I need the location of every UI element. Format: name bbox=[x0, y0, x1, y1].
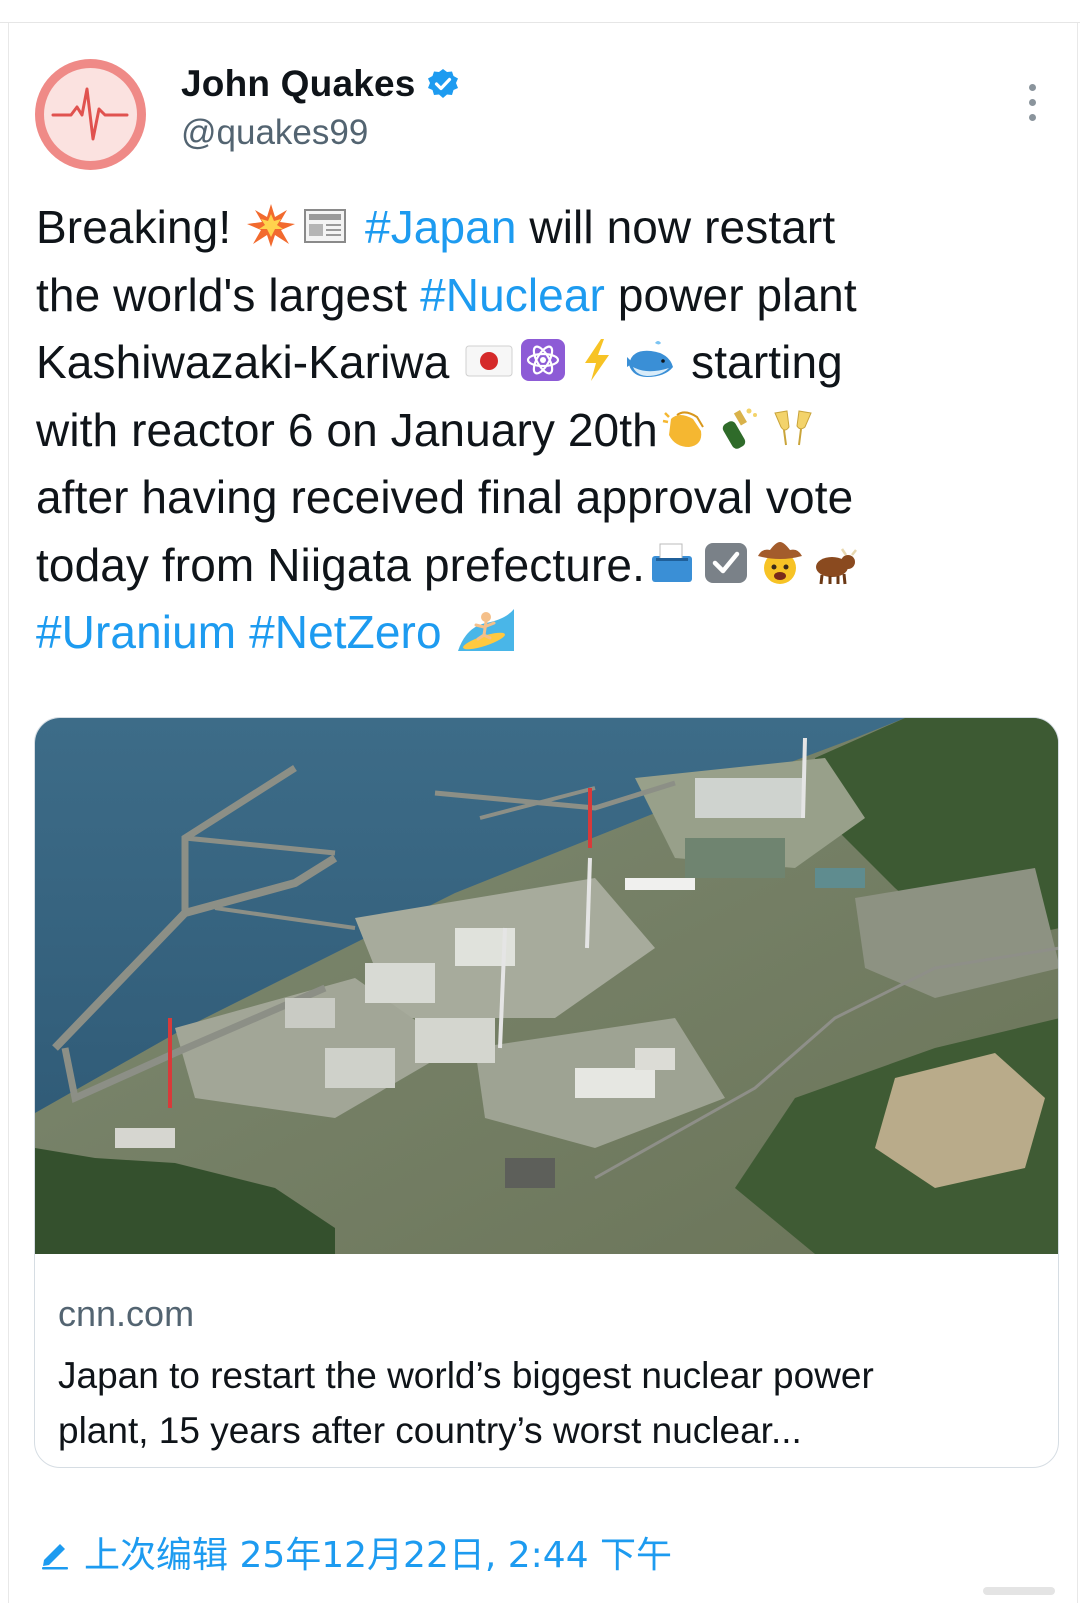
tweet-line: Breaking! #Japan will now restart bbox=[36, 201, 836, 253]
watermark-mark bbox=[983, 1587, 1055, 1595]
hashtag-nuclear[interactable]: #Nuclear bbox=[420, 269, 605, 321]
right-border bbox=[1077, 23, 1078, 1603]
nuclear-plant-aerial-image[interactable] bbox=[35, 718, 1059, 1254]
tweet-line: after having received final approval vot… bbox=[36, 471, 854, 523]
tweet-text: Breaking! #Japan will now restart the wo… bbox=[36, 194, 1036, 667]
tweet-line: #Uranium #NetZero bbox=[36, 599, 1036, 667]
hashtag-japan[interactable]: #Japan bbox=[365, 201, 517, 253]
ox-emoji bbox=[808, 540, 860, 586]
edit-pencil-icon bbox=[42, 1544, 68, 1570]
surfer-emoji bbox=[456, 607, 514, 653]
whale-emoji bbox=[625, 337, 677, 383]
verified-badge-icon bbox=[427, 69, 458, 98]
lightning-emoji bbox=[571, 337, 623, 383]
avatar[interactable] bbox=[35, 59, 146, 170]
card-title[interactable]: Japan to restart the world’s biggest nuc… bbox=[58, 1348, 1048, 1458]
heartbeat-icon bbox=[51, 87, 129, 141]
author-handle[interactable]: @quakes99 bbox=[181, 113, 368, 153]
more-options-icon[interactable] bbox=[1025, 84, 1039, 124]
tweet-line: with reactor 6 on January 20th bbox=[36, 397, 1036, 465]
display-name[interactable]: John Quakes bbox=[181, 63, 416, 105]
atom-emoji bbox=[517, 337, 569, 383]
collision-emoji bbox=[245, 202, 297, 248]
toast-emoji bbox=[767, 405, 819, 451]
link-card[interactable]: cnn.com Japan to restart the world’s big… bbox=[34, 717, 1059, 1468]
clapping-emoji bbox=[659, 405, 711, 451]
hashtag-uranium[interactable]: #Uranium bbox=[36, 606, 236, 658]
tweet-line: Kashiwazaki-Kariwa starting bbox=[36, 336, 843, 388]
tweet-line: the world's largest #Nuclear power plant bbox=[36, 268, 857, 321]
tweet-line: today from Niigata prefecture. bbox=[36, 532, 1036, 600]
top-edge bbox=[0, 0, 1080, 23]
edited-text: 上次编辑 25年12月22日, 2:44 下午 bbox=[84, 1535, 673, 1576]
edited-indicator[interactable]: 上次编辑 25年12月22日, 2:44 下午 bbox=[36, 1528, 672, 1576]
cowboy-emoji bbox=[754, 540, 806, 586]
hashtag-netzero[interactable]: #NetZero bbox=[249, 606, 442, 658]
ballot-box-emoji bbox=[646, 540, 698, 586]
left-border bbox=[8, 23, 9, 1603]
japan-flag-emoji bbox=[463, 337, 515, 383]
card-domain[interactable]: cnn.com bbox=[58, 1293, 194, 1335]
champagne-emoji bbox=[713, 405, 765, 451]
author-name-row[interactable]: John Quakes bbox=[181, 62, 460, 106]
newspaper-emoji bbox=[299, 202, 351, 248]
check-box-emoji bbox=[700, 540, 752, 586]
